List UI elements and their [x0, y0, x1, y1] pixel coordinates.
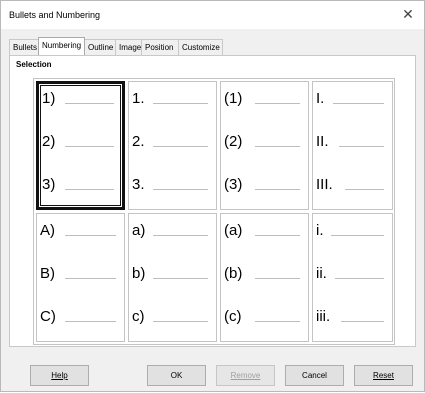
- preset-item: 2.: [132, 133, 145, 150]
- preset-item: (2): [224, 133, 243, 150]
- preset-line: [65, 146, 114, 147]
- tab-position[interactable]: Position: [141, 39, 179, 55]
- preset-roman-upper[interactable]: I. II. III.: [312, 81, 393, 210]
- preset-item: (1): [224, 90, 243, 107]
- preset-item: I.: [316, 90, 325, 107]
- preset-line: [153, 321, 208, 322]
- preset-line: [153, 189, 208, 190]
- preset-line: [153, 146, 208, 147]
- numbering-tab-panel: Selection 1) 2) 3) 1. 2. 3. (1) (2) (3) …: [9, 55, 416, 347]
- preset-line: [65, 103, 114, 104]
- preset-line: [255, 189, 300, 190]
- preset-line: [255, 321, 300, 322]
- preset-item: iii.: [316, 308, 331, 325]
- preset-item: (c): [224, 308, 242, 325]
- ok-button[interactable]: OK: [147, 365, 206, 386]
- preset-item: 1.: [132, 90, 145, 107]
- preset-line: [255, 235, 300, 236]
- preset-line: [65, 235, 116, 236]
- preset-line: [255, 146, 300, 147]
- preset-item: 3.: [132, 176, 145, 193]
- tab-outline[interactable]: Outline: [84, 39, 116, 55]
- preset-item: ii.: [316, 265, 327, 282]
- preset-line: [153, 235, 208, 236]
- preset-item: II.: [316, 133, 329, 150]
- preset-letter-lower[interactable]: a) b) c): [128, 213, 217, 342]
- preset-item: C): [40, 308, 56, 325]
- close-icon[interactable]: ✕: [400, 6, 416, 22]
- preset-item: 2): [42, 133, 56, 150]
- numbering-preset-grid: 1) 2) 3) 1. 2. 3. (1) (2) (3) I. II. III…: [33, 78, 395, 345]
- help-button[interactable]: Help: [30, 365, 89, 386]
- preset-line: [333, 103, 384, 104]
- preset-1-parens[interactable]: (1) (2) (3): [220, 81, 309, 210]
- selection-heading: Selection: [16, 60, 52, 69]
- preset-item: b): [132, 265, 146, 282]
- preset-line: [65, 321, 116, 322]
- preset-item: (3): [224, 176, 243, 193]
- preset-roman-lower[interactable]: i. ii. iii.: [312, 213, 393, 342]
- preset-item: c): [132, 308, 145, 325]
- cancel-button[interactable]: Cancel: [285, 365, 344, 386]
- preset-line: [65, 189, 114, 190]
- preset-letter-upper[interactable]: A) B) C): [36, 213, 125, 342]
- preset-line: [153, 278, 208, 279]
- remove-button[interactable]: Remove: [216, 365, 275, 386]
- preset-line: [339, 146, 384, 147]
- preset-item: (a): [224, 222, 243, 239]
- preset-item: 3): [42, 176, 56, 193]
- preset-line: [65, 278, 116, 279]
- title-bar: Bullets and Numbering ✕: [1, 1, 424, 29]
- preset-1-period[interactable]: 1. 2. 3.: [128, 81, 217, 210]
- preset-1-paren[interactable]: 1) 2) 3): [36, 81, 125, 210]
- preset-item: a): [132, 222, 146, 239]
- preset-item: i.: [316, 222, 324, 239]
- preset-letter-parens[interactable]: (a) (b) (c): [220, 213, 309, 342]
- preset-line: [335, 278, 384, 279]
- reset-button[interactable]: Reset: [354, 365, 413, 386]
- tab-image[interactable]: Image: [115, 39, 142, 55]
- preset-line: [345, 189, 384, 190]
- tab-customize[interactable]: Customize: [178, 39, 223, 55]
- dialog-title: Bullets and Numbering: [9, 10, 101, 20]
- tab-bullets[interactable]: Bullets: [9, 39, 39, 55]
- preset-line: [255, 278, 300, 279]
- preset-item: (b): [224, 265, 243, 282]
- preset-line: [255, 103, 300, 104]
- preset-line: [331, 235, 384, 236]
- bullets-numbering-dialog: Bullets and Numbering ✕ Bullets Numberin…: [0, 0, 425, 392]
- preset-line: [341, 321, 384, 322]
- tab-numbering[interactable]: Numbering: [38, 37, 85, 55]
- preset-line: [153, 103, 208, 104]
- preset-item: III.: [316, 176, 333, 193]
- preset-item: B): [40, 265, 55, 282]
- preset-item: 1): [42, 90, 56, 107]
- dialog-button-row: Help OK Remove Cancel Reset: [1, 361, 424, 393]
- preset-item: A): [40, 222, 55, 239]
